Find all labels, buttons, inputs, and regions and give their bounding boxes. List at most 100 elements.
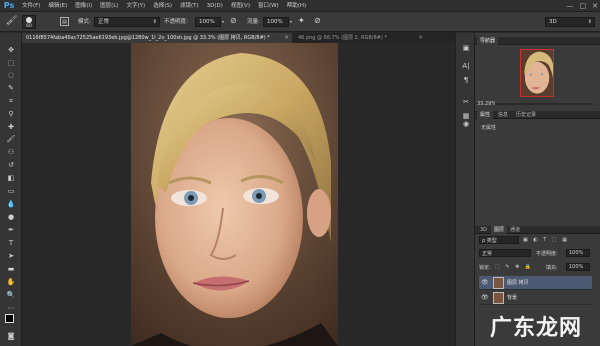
eye-icon[interactable]: 👁 bbox=[481, 276, 489, 290]
opacity-dropdown-icon[interactable]: ▾ bbox=[222, 17, 224, 27]
maximize-button[interactable]: □ bbox=[580, 2, 587, 10]
close-icon[interactable]: × bbox=[284, 34, 289, 41]
lock-label: 锁定: bbox=[479, 265, 491, 271]
path-selection-tool-icon[interactable]: ➤ bbox=[5, 251, 17, 261]
document-tab-active[interactable]: 0116f8574faba46ac72525ae6193eb.jpg@1280w… bbox=[22, 33, 292, 43]
layer-opacity-value: 100% bbox=[569, 250, 584, 256]
fill-input[interactable]: 100% bbox=[566, 263, 590, 271]
menu-view[interactable]: 视图(V) bbox=[227, 0, 254, 12]
menu-type[interactable]: 文字(Y) bbox=[123, 0, 150, 12]
menu-select[interactable]: 选择(S) bbox=[149, 0, 176, 12]
brush-preset-picker[interactable]: 60 bbox=[22, 15, 36, 29]
mode-select[interactable]: 正常 ⬍ bbox=[94, 17, 160, 27]
quick-mask-icon[interactable]: ◙ bbox=[5, 331, 17, 341]
tab-info[interactable]: 信息 bbox=[495, 111, 511, 119]
lasso-tool-icon[interactable]: ◌ bbox=[5, 70, 17, 80]
layer-thumbnail bbox=[493, 277, 504, 289]
menu-3d[interactable]: 3D(D) bbox=[203, 0, 227, 12]
eraser-tool-icon[interactable]: ◧ bbox=[5, 173, 17, 183]
brush-panel-toggle-icon[interactable]: ▤ bbox=[60, 17, 69, 26]
adjust-icon[interactable]: ◉ bbox=[460, 119, 472, 129]
layer-filter-select[interactable]: ρ 类型 bbox=[479, 236, 519, 244]
navigator-panel-header: 导航器 bbox=[475, 37, 600, 45]
menu-file[interactable]: 文件(F) bbox=[18, 0, 44, 12]
move-tool-icon[interactable]: ✥ bbox=[5, 45, 17, 55]
edit-toolbar-icon[interactable]: ⋯ bbox=[5, 303, 17, 313]
pressure-size-icon[interactable]: ⊘ bbox=[314, 16, 321, 26]
layer-row[interactable]: 👁 背景 bbox=[479, 291, 592, 305]
character-panel-icon[interactable]: A| bbox=[460, 61, 472, 71]
layer-comps-icon[interactable]: ▣ bbox=[460, 43, 472, 53]
layer-opacity-input[interactable]: 100% bbox=[566, 249, 590, 257]
eye-icon[interactable]: 👁 bbox=[481, 291, 489, 305]
layer-name: 背景 bbox=[507, 295, 518, 301]
close-button[interactable]: ✕ bbox=[592, 2, 598, 10]
marquee-tool-icon[interactable]: ⬚ bbox=[5, 58, 17, 68]
menu-window[interactable]: 窗口(W) bbox=[254, 0, 283, 12]
document-tab[interactable]: 46.png @ 66.7% (图层 2, RGB/8#) * bbox=[294, 33, 424, 43]
layer-thumbnail bbox=[493, 292, 504, 304]
navigator-thumbnail[interactable] bbox=[520, 49, 554, 97]
clone-stamp-tool-icon[interactable]: ⚇ bbox=[5, 147, 17, 157]
menu-help[interactable]: 帮助(H) bbox=[283, 0, 310, 12]
flow-dropdown-icon[interactable]: ▾ bbox=[290, 17, 292, 27]
crop-tool-icon[interactable]: ⌗ bbox=[5, 96, 17, 106]
shape-tool-icon[interactable]: ▬ bbox=[5, 264, 17, 274]
chevron-down-icon: ⬍ bbox=[587, 19, 592, 25]
opacity-label: 不透明度: bbox=[164, 19, 188, 25]
mode-label: 模式: bbox=[78, 19, 91, 25]
flow-label: 流量: bbox=[247, 19, 260, 25]
history-brush-tool-icon[interactable]: ↺ bbox=[5, 160, 17, 170]
pressure-opacity-icon[interactable]: ⊘ bbox=[230, 16, 237, 26]
layer-row-selected[interactable]: 👁 图层 拷贝 bbox=[479, 276, 592, 290]
eyedropper-tool-icon[interactable]: ⚲ bbox=[5, 109, 17, 119]
toolbox: ✥ ⬚ ◌ ✎ ⌗ ⚲ ✚ 🖌 ⚇ ↺ ◧ ▭ 💧 ● ✒ T ➤ ▬ ✋ 🔍 … bbox=[0, 33, 22, 346]
workspace-select[interactable]: 3D ⬍ bbox=[545, 17, 595, 27]
menu-edit[interactable]: 编辑(E) bbox=[44, 0, 71, 12]
pen-tool-icon[interactable]: ✒ bbox=[5, 225, 17, 235]
brush-tip-icon bbox=[26, 17, 32, 23]
menu-layer[interactable]: 图层(L) bbox=[96, 0, 122, 12]
tools-preset-icon[interactable]: ✂ bbox=[460, 97, 472, 107]
portrait-illustration bbox=[131, 43, 338, 346]
tab-label: 46.png @ 66.7% (图层 2, RGB/8#) * bbox=[298, 35, 387, 41]
gradient-tool-icon[interactable]: ▭ bbox=[5, 186, 17, 196]
tab-channels[interactable]: 通道 bbox=[507, 226, 523, 234]
navigator-thumbnail-image bbox=[521, 50, 553, 96]
menu-image[interactable]: 图像(I) bbox=[71, 0, 96, 12]
lock-icons[interactable]: ⬚ ✎ ✥ 🔒 bbox=[495, 264, 533, 270]
tab-history[interactable]: 历史记录 bbox=[513, 111, 539, 119]
panel-icon-dock: ▣ A| ¶ ✂ ▦ ◉ bbox=[455, 33, 475, 346]
navigator-zoom[interactable]: 33.29% bbox=[477, 101, 496, 107]
window-controls: — □ ✕ bbox=[567, 0, 599, 12]
options-bar: 🖌 60 ▤ 模式: 正常 ⬍ 不透明度: 100% ▾ ⊘ 流量: 100% ▾… bbox=[0, 12, 600, 32]
quick-select-tool-icon[interactable]: ✎ bbox=[5, 83, 17, 93]
tab-layers[interactable]: 图层 bbox=[491, 226, 508, 234]
document-tab-bar: 0116f8574faba46ac72525ae6193eb.jpg@1280w… bbox=[22, 33, 454, 43]
flow-input[interactable]: 100% bbox=[263, 17, 289, 27]
airbrush-icon[interactable]: ✦ bbox=[298, 16, 305, 26]
dodge-tool-icon[interactable]: ● bbox=[5, 212, 17, 222]
brush-tool-icon[interactable]: 🖌 bbox=[5, 134, 17, 144]
foreground-color-swatch[interactable] bbox=[5, 314, 14, 323]
blend-mode-select[interactable]: 正常 bbox=[479, 249, 531, 257]
brush-tool-icon[interactable]: 🖌 bbox=[6, 16, 17, 26]
healing-brush-tool-icon[interactable]: ✚ bbox=[5, 122, 17, 132]
zoom-tool-icon[interactable]: 🔍 bbox=[5, 290, 17, 300]
tab-properties[interactable]: 属性 bbox=[477, 111, 494, 119]
properties-panel-header: 属性 信息 历史记录 bbox=[475, 111, 600, 119]
minimize-button[interactable]: — bbox=[567, 2, 574, 10]
layer-filter-icons[interactable]: ▣ ◐ T ⬚ ▦ bbox=[523, 237, 569, 243]
navigator-zoom-slider[interactable] bbox=[495, 103, 593, 105]
paragraph-panel-icon[interactable]: ¶ bbox=[460, 75, 472, 85]
tab-navigator[interactable]: 导航器 bbox=[477, 37, 499, 45]
tab-3d[interactable]: 3D bbox=[477, 226, 490, 234]
menu-filter[interactable]: 滤镜(T) bbox=[176, 0, 203, 12]
blur-tool-icon[interactable]: 💧 bbox=[5, 199, 17, 209]
layer-name: 图层 拷贝 bbox=[507, 280, 529, 286]
flow-value: 100% bbox=[267, 19, 283, 25]
type-tool-icon[interactable]: T bbox=[5, 238, 17, 248]
opacity-input[interactable]: 100% bbox=[195, 17, 221, 27]
hand-tool-icon[interactable]: ✋ bbox=[5, 277, 17, 287]
close-icon[interactable]: × bbox=[418, 34, 423, 41]
